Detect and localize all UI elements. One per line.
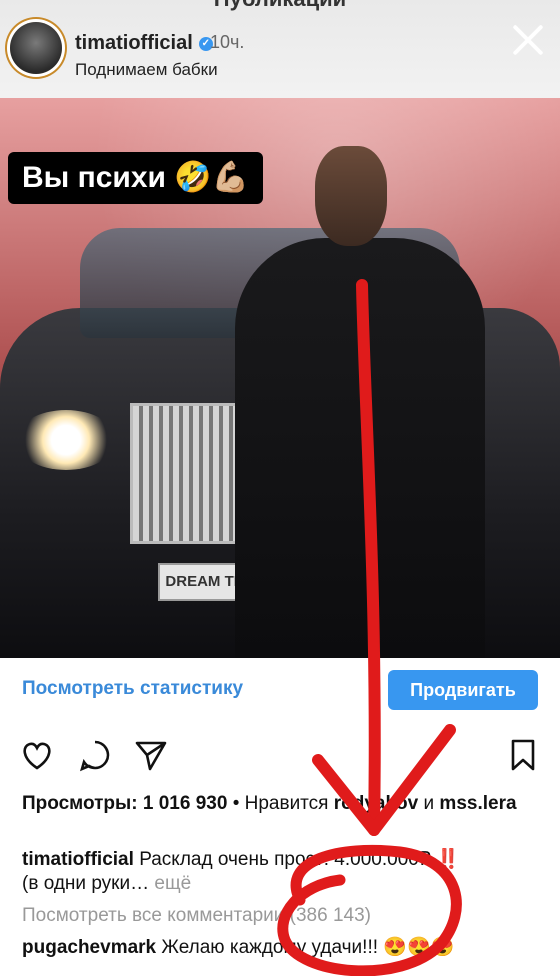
header-username-text[interactable]: timatiofficial — [75, 32, 193, 54]
like-user-link[interactable]: rodyakov — [334, 793, 418, 814]
caption-emoji: ‼️ — [436, 849, 460, 870]
photo-caption-overlay: Вы психи 🤣💪🏼 — [8, 152, 264, 204]
bookmark-icon[interactable] — [506, 738, 540, 772]
heart-icon[interactable] — [20, 738, 54, 772]
views-count: Просмотры: 1 016 930 — [22, 793, 228, 814]
caption-text-2: (в одни руки… — [22, 873, 150, 894]
comment-item: pugachevmark Желаю каждому удачи!!! 😍😍😍 — [22, 936, 542, 960]
post-time: 10ч. — [210, 32, 245, 52]
story-header: Публикации timatiofficial✓ 10ч. Поднимае… — [0, 0, 560, 98]
view-comments-link[interactable]: Посмотреть все комментарии (386 143) — [22, 904, 542, 928]
like-user-link-2[interactable]: mss.lera — [439, 793, 516, 814]
view-stats-link[interactable]: Посмотреть статистику — [22, 678, 243, 700]
post-actions-bar: Посмотреть статистику Продвигать — [0, 658, 560, 722]
caption-username[interactable]: timatiofficial — [22, 849, 134, 870]
icon-row — [0, 730, 560, 780]
close-icon[interactable] — [510, 22, 546, 58]
caption-text: Расклад очень прост: 4.000.000₽ — [139, 849, 431, 870]
likes-label: • Нравится — [232, 793, 329, 814]
comment-text: Желаю каждому удачи!!! 😍😍😍 — [161, 937, 455, 958]
caption-more-link[interactable]: ещё — [154, 873, 191, 894]
avatar[interactable] — [10, 22, 62, 74]
person-figure — [235, 238, 485, 658]
person-head — [315, 146, 387, 246]
views-likes-line: Просмотры: 1 016 930 • Нравится rodyakov… — [22, 792, 542, 816]
comment-username[interactable]: pugachevmark — [22, 937, 156, 958]
comment-icon[interactable] — [78, 738, 112, 772]
car-grille — [130, 403, 246, 544]
likes-and: и — [423, 793, 435, 814]
share-icon[interactable] — [134, 738, 168, 772]
promote-button[interactable]: Продвигать — [388, 670, 538, 710]
page-title: Публикации — [0, 0, 560, 12]
post-photo[interactable]: DREAM TEA Вы психи 🤣💪🏼 — [0, 98, 560, 658]
car-headlight — [16, 410, 116, 470]
header-subtitle: Поднимаем бабки — [75, 60, 218, 79]
post-caption: timatiofficial Расклад очень прост: 4.00… — [22, 848, 542, 896]
header-username[interactable]: timatiofficial ✓ — [75, 32, 213, 55]
